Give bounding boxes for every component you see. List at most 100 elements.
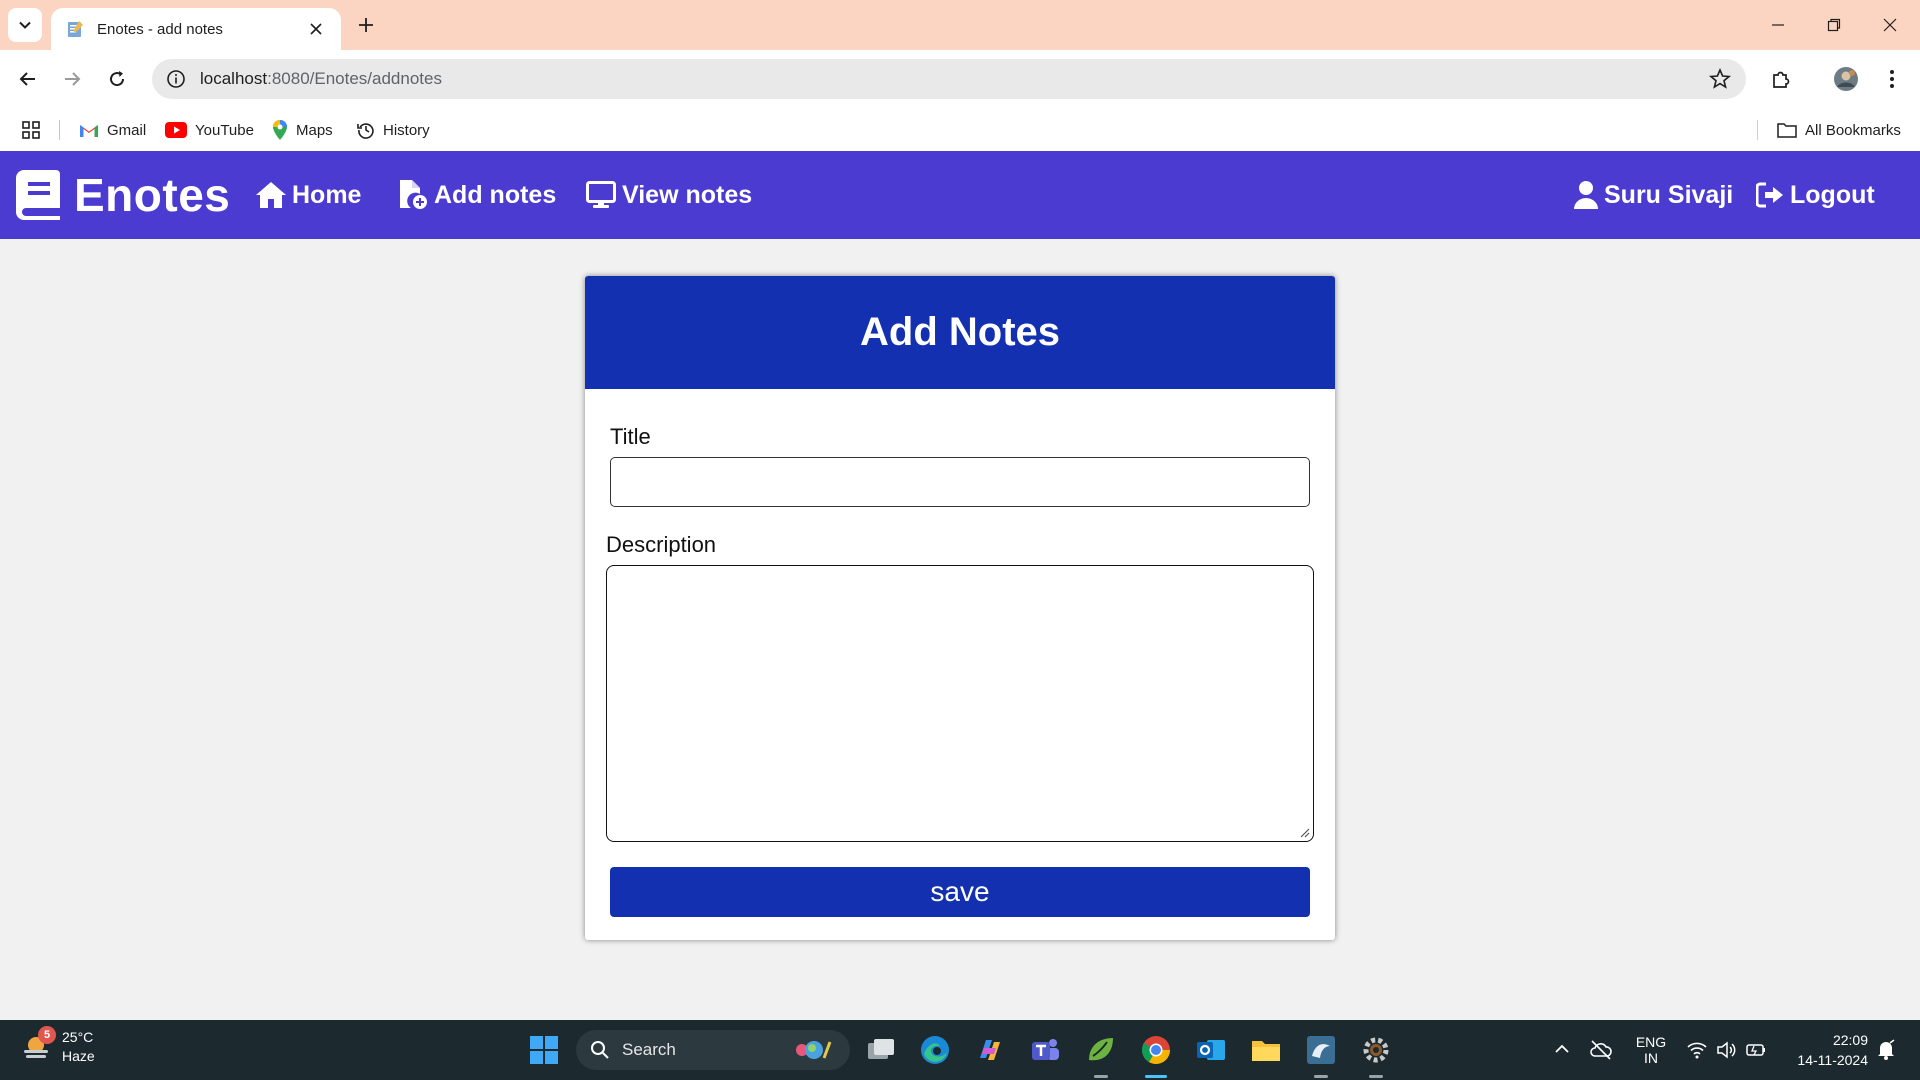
bookmark-maps[interactable]: Maps	[272, 117, 333, 143]
weather-text: 25°C Haze	[62, 1028, 95, 1066]
plus-icon	[359, 18, 373, 32]
chevron-down-icon	[19, 21, 31, 29]
more-vert-icon	[1890, 70, 1894, 88]
bookmark-history[interactable]: History	[357, 117, 430, 143]
arrow-left-icon	[19, 72, 35, 86]
minimize-button[interactable]	[1750, 0, 1806, 50]
history-icon	[357, 123, 374, 139]
puzzle-icon	[1773, 71, 1790, 88]
extensions-button[interactable]	[1763, 61, 1799, 97]
nav-user-profile[interactable]: Suru Sivaji	[1574, 177, 1733, 213]
taskbar-search[interactable]: Search	[576, 1030, 850, 1070]
user-icon	[1574, 181, 1598, 209]
app-navbar: Enotes Home Add notes View notes Suru Si…	[0, 151, 1920, 239]
new-tab-button[interactable]	[352, 11, 380, 39]
cloud-offline-icon[interactable]	[1589, 1038, 1613, 1062]
forward-button[interactable]	[54, 61, 90, 97]
bookmark-gmail[interactable]: Gmail	[79, 117, 146, 143]
all-bookmarks-button[interactable]: All Bookmarks	[1777, 117, 1901, 143]
nav-home[interactable]: Home	[256, 177, 361, 213]
volume-icon[interactable]	[1715, 1039, 1737, 1061]
bookmarks-bar: Gmail YouTube Maps History All Bookmarks	[0, 108, 1920, 151]
app-running-indicator	[1314, 1075, 1328, 1078]
outlook-icon[interactable]	[1195, 1034, 1227, 1066]
restore-button[interactable]	[1806, 0, 1862, 50]
settings-gear-icon[interactable]	[1360, 1034, 1392, 1066]
close-icon	[1883, 18, 1897, 32]
bookmark-star-icon[interactable]	[1708, 67, 1732, 91]
nav-view-notes-label: View notes	[622, 180, 753, 209]
browser-menu-button[interactable]	[1874, 61, 1910, 97]
tab-title: Enotes - add notes	[97, 20, 223, 38]
mysql-workbench-icon[interactable]	[1305, 1034, 1337, 1066]
youtube-icon	[165, 122, 187, 138]
minimize-icon	[1772, 24, 1784, 26]
file-explorer-icon[interactable]	[1250, 1034, 1282, 1066]
tab-close-button[interactable]	[305, 18, 327, 40]
bookmark-label: YouTube	[195, 121, 254, 139]
folder-icon	[1777, 123, 1797, 138]
weather-desc: Haze	[62, 1048, 95, 1064]
browser-toolbar: localhost:8080/Enotes/addnotes	[0, 50, 1920, 108]
browser-tab-strip: Enotes - add notes	[0, 0, 1920, 50]
notification-bell-icon[interactable]	[1875, 1039, 1897, 1061]
battery-icon[interactable]	[1745, 1039, 1767, 1061]
book-icon	[16, 170, 60, 220]
resize-handle-icon[interactable]	[1298, 826, 1310, 838]
avatar-icon	[1834, 67, 1858, 91]
bookmark-youtube[interactable]: YouTube	[165, 117, 254, 143]
clock-time: 22:09	[1832, 1032, 1868, 1048]
brand-name: Enotes	[74, 169, 231, 221]
nav-add-notes[interactable]: Add notes	[398, 177, 556, 213]
file-add-icon	[400, 180, 427, 209]
nav-view-notes[interactable]: View notes	[586, 177, 752, 213]
description-textarea[interactable]	[606, 565, 1314, 842]
nav-logout[interactable]: Logout	[1756, 177, 1875, 213]
lang-top: ENG	[1635, 1034, 1667, 1050]
chevron-up-icon[interactable]	[1553, 1040, 1571, 1058]
weather-widget[interactable]: 5 25°C Haze	[20, 1026, 95, 1066]
weather-badge: 5	[38, 1026, 56, 1044]
search-icon	[591, 1041, 609, 1059]
spring-tool-icon[interactable]	[1085, 1034, 1117, 1066]
bookmarks-divider	[1757, 120, 1758, 140]
gmail-icon	[80, 125, 98, 137]
url-text: localhost:8080/Enotes/addnotes	[200, 69, 1708, 89]
edge-browser-icon[interactable]	[919, 1034, 951, 1066]
home-icon	[256, 182, 286, 208]
back-button[interactable]	[10, 61, 46, 97]
notepad-favicon-icon	[68, 21, 83, 37]
task-view-icon[interactable]	[865, 1034, 897, 1066]
language-indicator[interactable]: ENG IN	[1636, 1020, 1666, 1080]
add-notes-card: Add Notes Title Description save	[585, 276, 1335, 940]
close-window-button[interactable]	[1862, 0, 1918, 50]
bookmarks-divider	[59, 120, 60, 140]
restore-icon	[1827, 18, 1841, 32]
card-header: Add Notes	[585, 276, 1335, 389]
brand-link[interactable]: Enotes	[16, 169, 230, 221]
app-running-indicator	[1094, 1075, 1108, 1078]
tab-search-button[interactable]	[8, 8, 42, 42]
windows-start-icon[interactable]	[528, 1034, 560, 1066]
apps-button[interactable]	[22, 117, 40, 143]
teams-icon[interactable]	[1029, 1034, 1061, 1066]
nav-logout-label: Logout	[1790, 180, 1875, 209]
copilot-icon[interactable]	[974, 1034, 1006, 1066]
bookmark-label: History	[383, 121, 430, 139]
description-label: Description	[606, 532, 717, 557]
close-icon	[310, 23, 322, 35]
address-bar[interactable]: localhost:8080/Enotes/addnotes	[152, 59, 1746, 99]
user-name: Suru Sivaji	[1604, 180, 1734, 209]
profile-avatar[interactable]	[1828, 61, 1864, 97]
browser-tab-active[interactable]: Enotes - add notes	[51, 8, 341, 50]
chrome-icon[interactable]	[1140, 1034, 1172, 1066]
save-button[interactable]: save	[610, 867, 1310, 917]
apps-grid-icon	[22, 121, 40, 139]
wifi-icon[interactable]	[1686, 1039, 1708, 1061]
nav-add-notes-label: Add notes	[434, 180, 557, 209]
title-input[interactable]	[610, 457, 1310, 507]
url-host: localhost	[200, 69, 268, 88]
reload-button[interactable]	[99, 61, 135, 97]
clock[interactable]: 22:09 14-11-2024	[1786, 1030, 1868, 1070]
desktop-icon	[586, 181, 616, 208]
